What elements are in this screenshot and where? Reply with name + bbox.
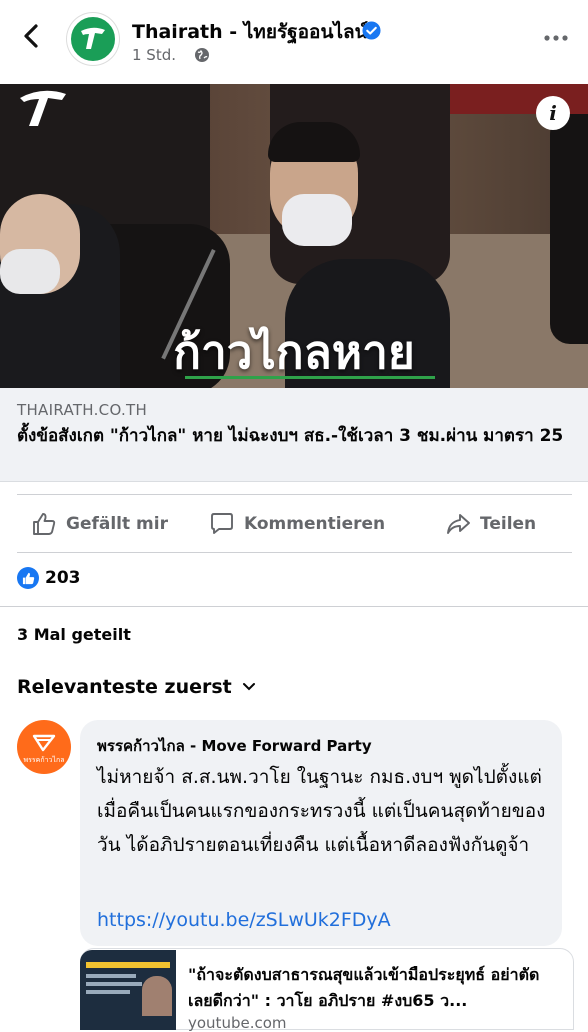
headline-underline	[185, 376, 435, 379]
share-button[interactable]: Teilen	[445, 495, 536, 552]
globe-icon	[195, 48, 209, 62]
comment-label: Kommentieren	[244, 513, 386, 534]
post-timestamp[interactable]: 1 Std.	[132, 46, 176, 64]
post-header: Thairath - ไทยรัฐออนไลน์ 1 Std.	[0, 0, 588, 84]
share-count[interactable]: 3 Mal geteilt	[17, 625, 131, 644]
like-count: 203	[45, 568, 81, 588]
thairath-logo-icon	[81, 27, 105, 49]
like-label: Gefällt mir	[66, 513, 168, 534]
avatar-caption: พรรคก้าวไกล	[24, 755, 65, 764]
like-reaction-icon	[17, 567, 39, 589]
comment-sort-dropdown[interactable]: Relevanteste zuerst	[17, 676, 256, 698]
comment-link[interactable]: https://youtu.be/zSLwUk2FDyA	[97, 909, 391, 931]
back-arrow-icon[interactable]	[18, 22, 46, 50]
comment-button[interactable]: Kommentieren	[209, 495, 385, 552]
divider	[0, 606, 588, 607]
thairath-watermark-logo	[20, 90, 66, 126]
link-title[interactable]: ตั้งข้อสังเกต "ก้าวไกล" หาย ไม่ฉะงบฯ สธ.…	[17, 424, 572, 448]
comment-icon	[211, 512, 233, 534]
sort-label: Relevanteste zuerst	[17, 676, 232, 698]
verified-badge-icon	[362, 21, 381, 40]
link-domain: THAIRATH.CO.TH	[17, 401, 148, 419]
chevron-down-icon	[242, 683, 255, 691]
info-button[interactable]: i	[536, 96, 570, 130]
commenter-avatar[interactable]: พรรคก้าวไกล	[17, 720, 71, 774]
like-button[interactable]: Gefällt mir	[31, 495, 168, 552]
thumbs-up-icon	[33, 512, 56, 535]
youtube-preview-domain: youtube.com	[188, 1014, 287, 1032]
comment-text: ไม่หายจ้า ส.ส.นพ.วาโย ในฐานะ กมธ.งบฯ พูด…	[97, 766, 546, 856]
reaction-summary[interactable]: 203	[17, 566, 81, 590]
page-avatar[interactable]	[66, 12, 120, 66]
youtube-preview-title[interactable]: "ถ้าจะตัดงบสาธารณสุขแล้วเข้ามือประยุทธ์ …	[188, 962, 558, 1014]
comment-author[interactable]: พรรคก้าวไกล - Move Forward Party	[97, 734, 372, 758]
post-image[interactable]: i ก้าวไกลหาย	[0, 84, 588, 388]
more-options-icon[interactable]	[543, 34, 569, 42]
youtube-thumbnail[interactable]	[80, 950, 176, 1030]
action-bar: Gefällt mir Kommentieren Teilen	[17, 494, 572, 553]
share-label: Teilen	[480, 513, 537, 534]
share-arrow-icon	[447, 513, 470, 534]
page-name[interactable]: Thairath - ไทยรัฐออนไลน์	[132, 17, 368, 47]
move-forward-logo-icon: พรรคก้าวไกล	[24, 734, 65, 764]
